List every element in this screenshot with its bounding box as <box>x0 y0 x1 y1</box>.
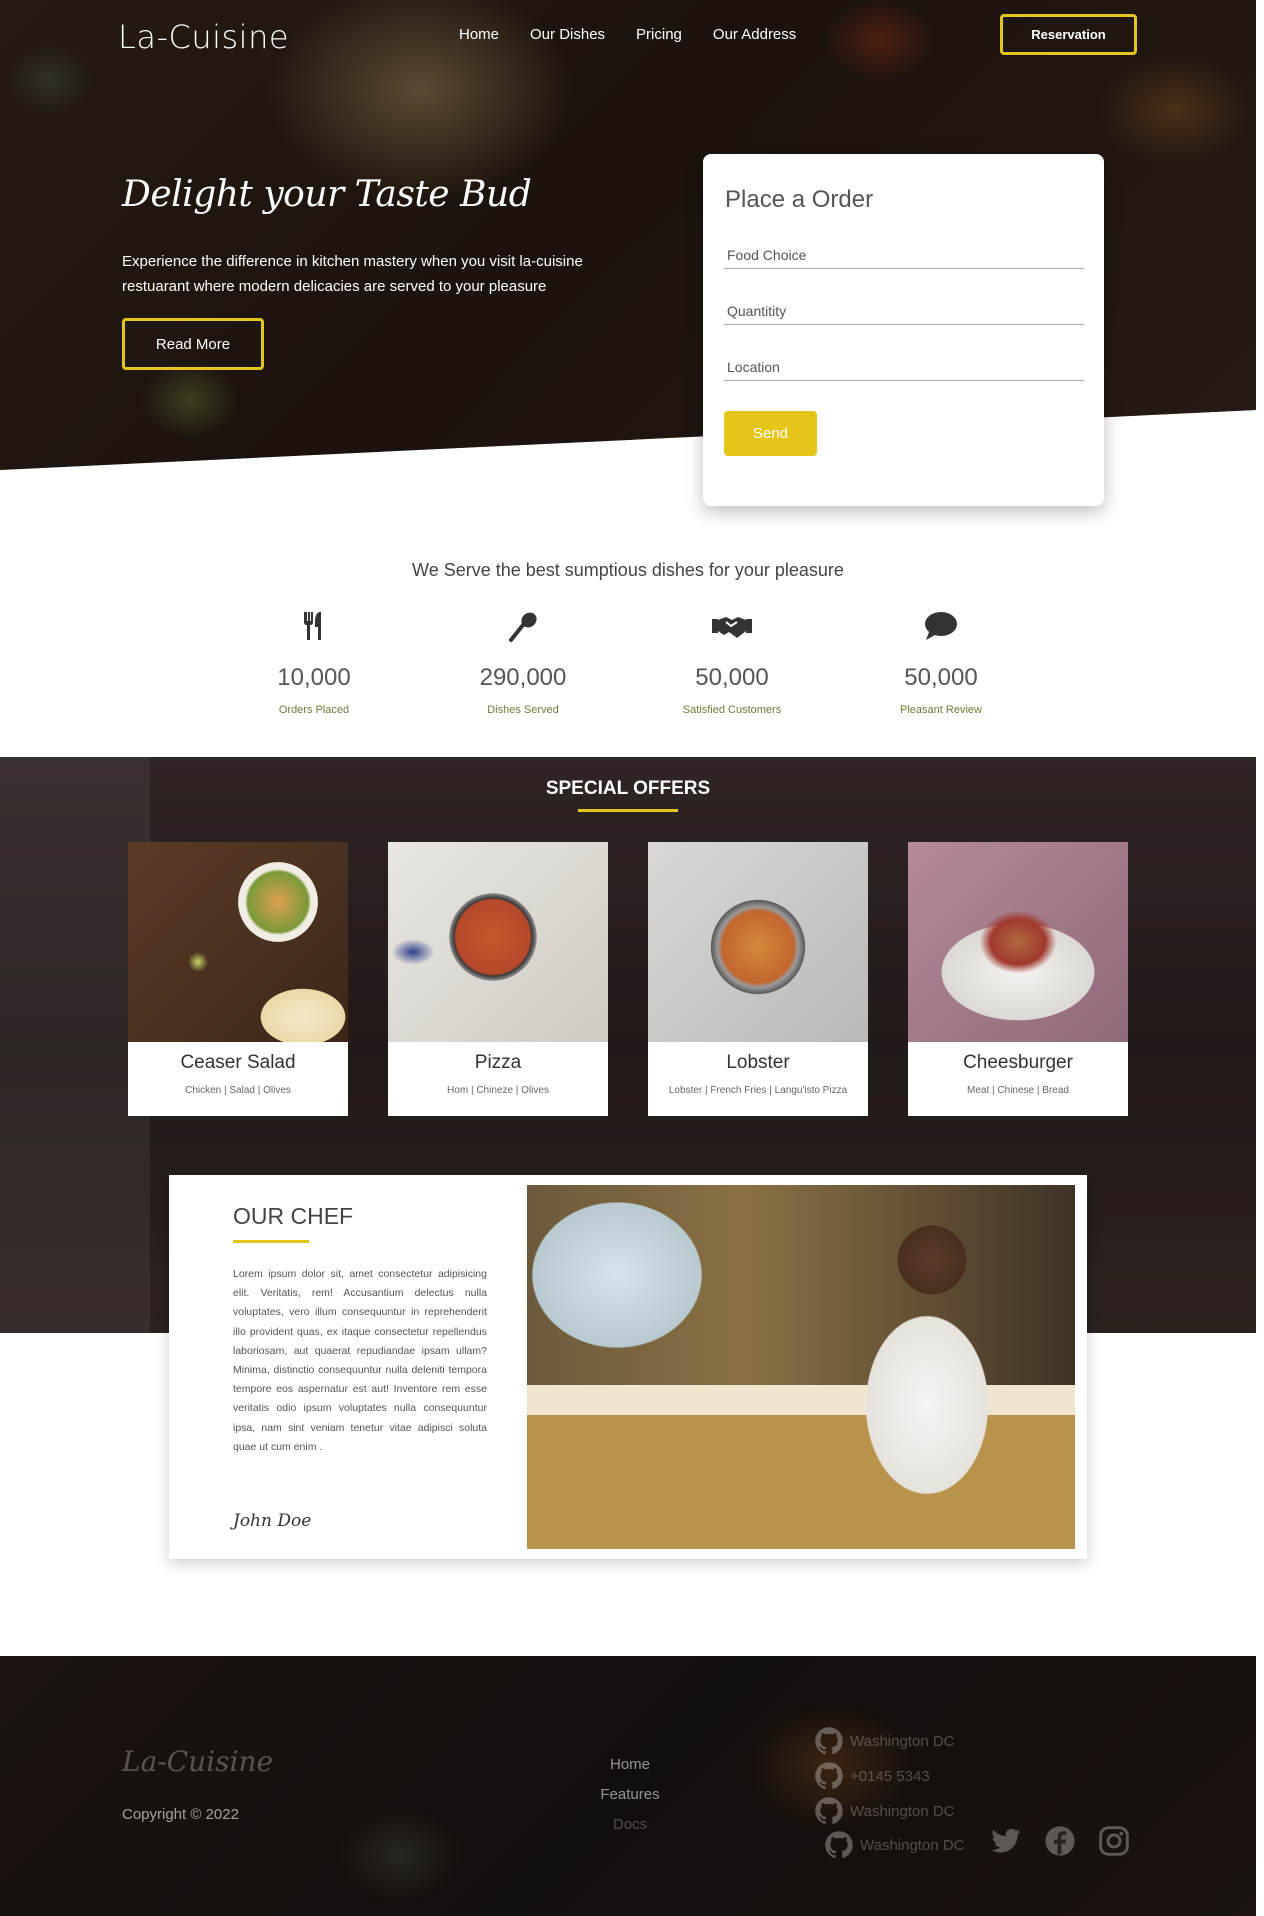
footer-links: Home Features Docs <box>580 1750 680 1840</box>
chef-underline <box>233 1240 309 1243</box>
stat-value: 50,000 <box>904 664 978 691</box>
stat-value: 10,000 <box>277 664 351 691</box>
footer-contact: Washington DC <box>814 1796 955 1826</box>
contact-text: Washington DC <box>850 1802 955 1820</box>
footer-contact: Washington DC <box>814 1726 955 1756</box>
stat-label: Satisfied Customers <box>682 704 782 716</box>
food-choice-input[interactable]: Food Choice <box>724 239 1084 269</box>
footer-brand[interactable]: La-Cuisine <box>122 1745 273 1778</box>
github-icon <box>815 1762 843 1790</box>
spoon-icon <box>438 610 608 646</box>
offer-name: Ceaser Salad <box>180 1052 296 1073</box>
offers-heading: SPECIAL OFFERS <box>545 778 711 799</box>
twitter-icon[interactable] <box>990 1825 1022 1857</box>
footer-contact: Washington DC <box>824 1830 965 1860</box>
quantity-input[interactable]: Quantitity <box>724 295 1084 325</box>
hero-text: Experience the difference in kitchen mas… <box>122 253 583 295</box>
stats-heading: We Serve the best sumptious dishes for y… <box>412 560 844 580</box>
offer-card[interactable]: Cheesburger Meat | Chinese | Bread <box>908 842 1128 1116</box>
hero-title: Delight your Taste Bud <box>122 174 532 215</box>
order-form-card: Place a Order Food Choice Quantitity Loc… <box>703 154 1104 506</box>
lobster-pasta-image <box>648 842 868 1042</box>
location-input[interactable]: Location <box>724 351 1084 381</box>
footer-contact: +0145 5343 <box>814 1761 930 1791</box>
offer-name: Cheesburger <box>963 1052 1073 1073</box>
offer-tags: Lobster | French Fries | Langu'isto Pizz… <box>668 1085 848 1096</box>
chef-photo <box>527 1185 1075 1549</box>
brand-logo[interactable]: La-Cuisine <box>118 18 289 56</box>
offer-tags: Chicken | Salad | Olives <box>185 1085 291 1096</box>
footer-link-features[interactable]: Features <box>580 1780 680 1810</box>
offer-card[interactable]: Ceaser Salad Chicken | Salad | Olives <box>128 842 348 1116</box>
offers-underline <box>578 809 678 812</box>
stat-label: Orders Placed <box>278 704 350 716</box>
chef-card: OUR CHEF Lorem ipsum dolor sit, amet con… <box>169 1175 1087 1559</box>
offer-name: Pizza <box>474 1052 522 1073</box>
footer-link-home[interactable]: Home <box>580 1750 680 1780</box>
nav-pricing[interactable]: Pricing <box>636 26 682 43</box>
stat-reviews: 50,000 Pleasant Review <box>856 610 1026 716</box>
chef-bio: Lorem ipsum dolor sit, amet consectetur … <box>233 1268 487 1453</box>
stat-customers: 50,000 Satisfied Customers <box>647 610 817 716</box>
stat-label: Pleasant Review <box>900 704 982 716</box>
offer-name: Lobster <box>726 1052 790 1073</box>
offer-tags: Hom | Chineze | Olives <box>447 1085 549 1096</box>
contact-text: Washington DC <box>860 1836 965 1854</box>
caesar-salad-image <box>128 842 348 1042</box>
nav-home[interactable]: Home <box>459 26 499 43</box>
comment-icon <box>856 610 1026 646</box>
pizza-image <box>388 842 608 1042</box>
stat-label: Dishes Served <box>487 704 559 716</box>
instagram-icon[interactable] <box>1098 1825 1130 1857</box>
contact-text: Washington DC <box>850 1732 955 1750</box>
handshake-icon <box>647 610 817 646</box>
send-button[interactable]: Send <box>724 411 817 456</box>
utensils-icon <box>229 610 399 646</box>
stat-orders: 10,000 Orders Placed <box>229 610 399 716</box>
read-more-button[interactable]: Read More <box>122 318 264 370</box>
cheeseburger-image <box>908 842 1128 1042</box>
order-form-title: Place a Order <box>725 186 874 213</box>
stat-dishes: 290,000 Dishes Served <box>438 610 608 716</box>
offer-card[interactable]: Lobster Lobster | French Fries | Langu'i… <box>648 842 868 1116</box>
offer-card[interactable]: Pizza Hom | Chineze | Olives <box>388 842 608 1116</box>
contact-text: +0145 5343 <box>850 1767 930 1785</box>
nav-our-dishes[interactable]: Our Dishes <box>530 26 605 43</box>
footer-link-docs[interactable]: Docs <box>580 1810 680 1840</box>
facebook-icon[interactable] <box>1044 1825 1076 1857</box>
github-icon <box>815 1727 843 1755</box>
github-icon <box>815 1797 843 1825</box>
stat-value: 290,000 <box>479 664 567 691</box>
chef-signature: John Doe <box>233 1511 312 1531</box>
reservation-button[interactable]: Reservation <box>1000 14 1137 55</box>
nav-our-address[interactable]: Our Address <box>713 26 796 43</box>
chef-heading: OUR CHEF <box>233 1203 354 1229</box>
github-icon <box>825 1831 853 1859</box>
footer-copyright: Copyright © 2022 <box>122 1806 239 1823</box>
offer-tags: Meat | Chinese | Bread <box>967 1085 1069 1096</box>
stat-value: 50,000 <box>695 664 769 691</box>
main-nav: Home Our Dishes Pricing Our Address <box>459 26 796 43</box>
